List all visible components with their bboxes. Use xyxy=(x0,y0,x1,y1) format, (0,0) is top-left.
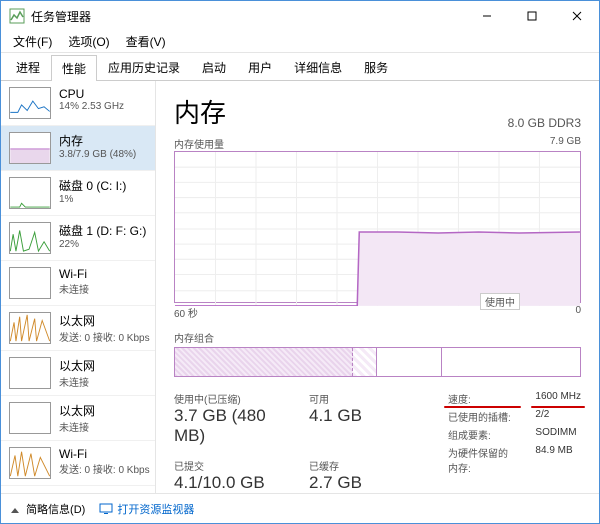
sidebar-item-label: 磁盘 0 (C: I:) xyxy=(59,177,147,194)
tab-services[interactable]: 服务 xyxy=(353,54,399,80)
sidebar-item-label: 磁盘 1 (D: F: G:) xyxy=(59,222,147,239)
stat-available: 可用 4.1 GB xyxy=(309,391,424,446)
sidebar-item-cpu[interactable]: CPU14% 2.53 GHz xyxy=(1,81,155,126)
sidebar-item-ethernet[interactable]: 以太网发送: 0 接收: 0 Kbps xyxy=(1,306,155,351)
info-reserved-value: 84.9 MB xyxy=(535,445,581,475)
info-speed-label: 速度: xyxy=(448,391,517,406)
ethernet-thumb-icon xyxy=(9,402,51,434)
chart-usage-label: 内存使用量 xyxy=(174,136,224,151)
tab-app-history[interactable]: 应用历史记录 xyxy=(97,54,191,80)
tab-startup[interactable]: 启动 xyxy=(191,54,237,80)
comp-free xyxy=(442,348,580,376)
maximize-button[interactable] xyxy=(509,1,554,31)
sidebar-item-disk1[interactable]: 磁盘 1 (D: F: G:)22% xyxy=(1,216,155,261)
wifi-thumb-icon xyxy=(9,447,51,479)
open-resource-monitor-link[interactable]: 打开资源监视器 xyxy=(99,501,194,517)
sidebar-item-label: Wi-Fi xyxy=(59,447,147,461)
menu-file[interactable]: 文件(F) xyxy=(5,31,60,52)
sidebar-item-wifi[interactable]: Wi-Fi发送: 0 接收: 0 Kbps xyxy=(1,441,155,486)
info-form-label: 组成要素: xyxy=(448,427,517,442)
fewer-details-button[interactable]: 简略信息(D) xyxy=(11,501,85,517)
chart-max-label: 7.9 GB xyxy=(550,136,581,151)
sidebar-item-detail: 未连接 xyxy=(59,374,147,389)
tab-performance[interactable]: 性能 xyxy=(51,55,97,81)
sidebar-item-detail: 未连接 xyxy=(59,419,147,434)
sidebar-item-label: 内存 xyxy=(59,132,147,149)
sidebar-item-label: 以太网 xyxy=(59,357,147,374)
sidebar-item-detail: 发送: 0 接收: 0 Kbps xyxy=(59,461,147,476)
sidebar-item-label: CPU xyxy=(59,87,147,101)
composition-label: 内存组合 xyxy=(174,330,581,345)
comp-standby xyxy=(377,348,442,376)
window-title: 任务管理器 xyxy=(31,8,464,25)
titlebar: 任务管理器 xyxy=(1,1,599,31)
main-panel: 内存 8.0 GB DDR3 内存使用量 7.9 GB xyxy=(156,81,599,493)
stat-cached: 已缓存 2.7 GB xyxy=(309,458,424,493)
sidebar-item-label: 以太网 xyxy=(59,312,147,329)
sidebar-item-disk0[interactable]: 磁盘 0 (C: I:)1% xyxy=(1,171,155,216)
comp-used xyxy=(175,348,353,376)
sidebar-item-wifi[interactable]: Wi-Fi未连接 xyxy=(1,261,155,306)
sidebar-item-detail: 14% 2.53 GHz xyxy=(59,101,147,112)
memory-usage-chart: 使用中 xyxy=(174,151,581,303)
close-button[interactable] xyxy=(554,1,599,31)
memory-composition-bar xyxy=(174,347,581,377)
chart-x-left: 60 秒 xyxy=(174,305,198,320)
chevron-up-icon xyxy=(11,508,19,513)
monitor-icon xyxy=(99,502,113,516)
minimize-button[interactable] xyxy=(464,1,509,31)
ethernet-thumb-icon xyxy=(9,312,51,344)
cpu-thumb-icon xyxy=(9,87,51,119)
ethernet-thumb-icon xyxy=(9,357,51,389)
menubar: 文件(F) 选项(O) 查看(V) xyxy=(1,31,599,53)
sidebar-item-detail: 未连接 xyxy=(59,281,147,296)
info-reserved-label: 为硬件保留的内存: xyxy=(448,445,517,475)
sidebar-item-detail: 发送: 0 接收: 0 Kbps xyxy=(59,329,147,344)
page-title: 内存 xyxy=(174,93,226,130)
info-speed-value: 1600 MHz xyxy=(535,391,581,406)
page-subtitle: 8.0 GB DDR3 xyxy=(508,116,581,130)
footer: 简略信息(D) 打开资源监视器 xyxy=(1,493,599,523)
using-label: 使用中 xyxy=(480,293,520,310)
sidebar-item-label: Wi-Fi xyxy=(59,267,147,281)
tabbar: 进程 性能 应用历史记录 启动 用户 详细信息 服务 xyxy=(1,53,599,81)
sidebar-item-detail: 1% xyxy=(59,194,147,205)
disk-thumb-icon xyxy=(9,177,51,209)
menu-view[interactable]: 查看(V) xyxy=(118,31,174,52)
sidebar-item-ethernet[interactable]: 以太网未连接 xyxy=(1,351,155,396)
info-slots-label: 已使用的插槽: xyxy=(448,409,517,424)
tab-details[interactable]: 详细信息 xyxy=(283,54,353,80)
stat-committed: 已提交 4.1/10.0 GB xyxy=(174,458,289,493)
sidebar-item-memory[interactable]: 内存3.8/7.9 GB (48%) xyxy=(1,126,155,171)
sidebar-item-label: 以太网 xyxy=(59,402,147,419)
menu-options[interactable]: 选项(O) xyxy=(60,31,117,52)
comp-modified xyxy=(353,348,377,376)
wifi-thumb-icon xyxy=(9,267,51,299)
sidebar-item-detail: 22% xyxy=(59,239,147,250)
disk-thumb-icon xyxy=(9,222,51,254)
sidebar-item-ethernet[interactable]: 以太网未连接 xyxy=(1,396,155,441)
chart-x-right: 0 xyxy=(575,305,581,320)
tab-process[interactable]: 进程 xyxy=(5,54,51,80)
info-form-value: SODIMM xyxy=(535,427,581,442)
sidebar-item-detail: 3.8/7.9 GB (48%) xyxy=(59,149,147,160)
stat-used: 使用中(已压缩) 3.7 GB (480 MB) xyxy=(174,391,289,446)
sidebar: CPU14% 2.53 GHz 内存3.8/7.9 GB (48%) 磁盘 0 … xyxy=(1,81,156,493)
memory-thumb-icon xyxy=(9,132,51,164)
app-icon xyxy=(9,8,25,24)
info-slots-value: 2/2 xyxy=(535,409,581,424)
tab-users[interactable]: 用户 xyxy=(237,54,283,80)
